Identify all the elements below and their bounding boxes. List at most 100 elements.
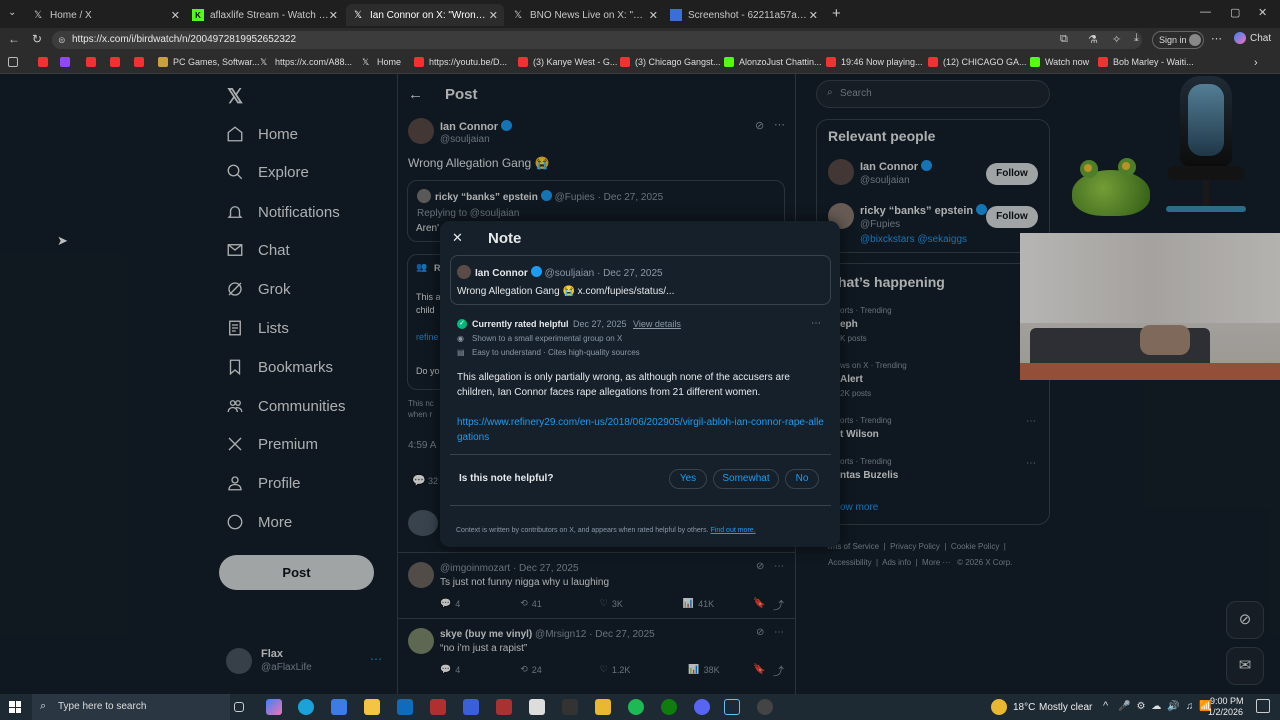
tab-list-chevron-icon[interactable]: ⌄ — [8, 7, 16, 18]
collections-icon[interactable]: ⚗ — [1088, 33, 1098, 46]
outlook-icon[interactable] — [397, 699, 413, 715]
store-icon[interactable] — [331, 699, 347, 715]
profile-avatar-icon — [1189, 34, 1201, 46]
bookmark-chicago-ga[interactable]: (12) CHICAGO GA... — [928, 57, 1027, 67]
edge-icon[interactable] — [298, 699, 314, 715]
close-tab-icon[interactable]: ✕ — [809, 9, 818, 22]
tray-chevron-icon[interactable]: ^ — [1103, 700, 1108, 712]
taskbar-search-box[interactable]: ⌕ Type here to search — [32, 694, 230, 720]
close-tab-icon[interactable]: ✕ — [329, 9, 338, 22]
discord-icon[interactable] — [694, 699, 710, 715]
site-info-icon[interactable]: ⊜ — [58, 31, 66, 49]
note-author-handle: @souljaian — [544, 268, 595, 279]
task-view-icon[interactable] — [234, 702, 244, 712]
close-window-icon[interactable]: ✕ — [1258, 6, 1267, 19]
windows-taskbar: ⌕ Type here to search 18°C Mostly clear … — [0, 694, 1280, 720]
app-icon[interactable] — [529, 699, 545, 715]
app-icon[interactable] — [463, 699, 479, 715]
find-out-more-link[interactable]: Find out more. — [710, 527, 755, 534]
maximize-icon[interactable]: ▢ — [1230, 6, 1240, 19]
tab-title: BNO News Live on X: "New video — [530, 9, 649, 21]
notifications-icon[interactable] — [1256, 699, 1270, 713]
bookmark-youtu-be[interactable]: https://youtu.be/D... — [414, 57, 507, 67]
screenshot-icon — [670, 9, 682, 21]
more-dots-icon[interactable]: ⋯ — [811, 318, 821, 329]
yes-button[interactable]: Yes — [669, 469, 707, 489]
avatar — [457, 265, 471, 279]
xbox-icon[interactable] — [661, 699, 677, 715]
status-check-icon: ✓ — [457, 319, 467, 329]
tray-icons[interactable]: 🎤⚙☁🔊♫📶 — [1118, 701, 1218, 712]
minimize-icon[interactable]: — — [1200, 6, 1211, 18]
tab-bno[interactable]: 𝕏 BNO News Live on X: "New video✕ — [506, 4, 664, 26]
bookmark-home[interactable]: 𝕏 Home — [362, 57, 401, 67]
view-details-link[interactable]: View details — [633, 319, 681, 329]
verified-badge-icon — [530, 266, 542, 277]
bookmark-youtube[interactable] — [134, 57, 149, 67]
download-icon[interactable]: ⤓ — [1134, 32, 1139, 45]
bookmark-now-playing[interactable]: 19:46 Now playing... — [826, 57, 923, 67]
helpful-question: Is this note helpful? — [459, 473, 554, 484]
spotify-icon[interactable] — [628, 699, 644, 715]
bookmark-twitch[interactable] — [60, 57, 75, 67]
weather-icon[interactable] — [991, 699, 1007, 715]
bookmark-alonzo[interactable]: AlonzoJust Chattin... — [724, 57, 822, 67]
note-dialog: ✕ Note Ian Connor @souljaian · Dec 27, 2… — [440, 221, 840, 547]
bookmark-x-a88[interactable]: 𝕏https://x.com/A88... — [260, 57, 352, 67]
note-status: Currently rated helpful — [472, 319, 569, 329]
tab-kick[interactable]: Kaflaxlife Stream - Watch Live on Kick✕ — [186, 4, 344, 26]
new-tab-icon[interactable]: + — [832, 5, 841, 22]
reload-icon[interactable]: ↻ — [32, 32, 42, 46]
extensions-icon[interactable]: ⧉ — [1060, 33, 1068, 46]
copilot-icon[interactable] — [266, 699, 282, 715]
bookmark-kanye[interactable]: (3) Kanye West - G... — [518, 57, 617, 67]
close-tab-icon[interactable]: ✕ — [171, 9, 180, 22]
back-icon[interactable]: ← — [8, 32, 20, 46]
file-explorer-icon[interactable] — [364, 699, 380, 715]
no-button[interactable]: No — [785, 469, 819, 489]
note-title: Note — [488, 230, 522, 247]
app-icon[interactable] — [496, 699, 512, 715]
bookmark-chicago-gangst[interactable]: (3) Chicago Gangst... — [620, 57, 721, 67]
bookmark-label: PC Games, Softwar... — [173, 57, 260, 67]
note-source-link[interactable]: https://www.refinery29.com/en-us/2018/06… — [457, 415, 825, 445]
sign-in-label: Sign in — [1159, 35, 1187, 45]
weather-temp: 18°C — [1013, 702, 1036, 713]
chat-label: Chat — [1250, 32, 1272, 44]
windows-start-icon[interactable] — [9, 701, 21, 713]
copilot-chat-button[interactable]: Chat — [1234, 32, 1271, 44]
tab-ian-connor[interactable]: 𝕏 Ian Connor on X: "Wrong Allegation Gang… — [346, 4, 504, 26]
bookmark-label: (12) CHICAGO GA... — [943, 57, 1027, 67]
app-icon[interactable] — [562, 699, 578, 715]
app-icon[interactable] — [430, 699, 446, 715]
bookmark-folder-icon[interactable] — [8, 57, 23, 67]
app-icon[interactable] — [757, 699, 773, 715]
bookmarks-overflow-icon[interactable]: › — [1254, 57, 1258, 69]
steam-icon[interactable] — [724, 699, 740, 715]
note-tweet-card[interactable] — [450, 255, 831, 305]
close-tab-icon[interactable]: ✕ — [649, 9, 658, 22]
eye-icon: ◉ — [457, 334, 464, 343]
favorites-icon[interactable]: ✧ — [1112, 33, 1121, 46]
tab-screenshot[interactable]: Screenshot - 62211a57a4f38069e✕ — [664, 4, 824, 26]
more-menu-icon[interactable]: ⋯ — [1211, 32, 1222, 45]
bookmark-youtube[interactable] — [38, 57, 53, 67]
bookmark-watch-now[interactable]: Watch now — [1030, 57, 1089, 67]
url-field[interactable]: ⊜ https://x.com/i/birdwatch/n/2004972819… — [52, 31, 1142, 49]
bookmark-label: (3) Chicago Gangst... — [635, 57, 721, 67]
note-author-name: Ian Connor — [475, 268, 528, 279]
tag-icon: ▤ — [457, 348, 465, 357]
bookmark-pc-games[interactable]: PC Games, Softwar... — [158, 57, 260, 67]
note-tweet-header: Ian Connor @souljaian · Dec 27, 2025 — [475, 266, 663, 279]
somewhat-button[interactable]: Somewhat — [713, 469, 779, 489]
divider — [450, 505, 831, 506]
app-icon[interactable] — [595, 699, 611, 715]
bookmark-youtube[interactable] — [86, 57, 101, 67]
tab-home[interactable]: 𝕏 Home / X ✕ — [26, 4, 186, 26]
close-icon[interactable]: ✕ — [452, 230, 463, 246]
bookmark-youtube[interactable] — [110, 57, 125, 67]
sign-in-button[interactable]: Sign in — [1152, 31, 1204, 49]
bookmark-bob-marley[interactable]: Bob Marley - Waiti... — [1098, 57, 1194, 67]
close-tab-icon[interactable]: ✕ — [489, 9, 498, 22]
bookmark-label: 19:46 Now playing... — [841, 57, 923, 67]
